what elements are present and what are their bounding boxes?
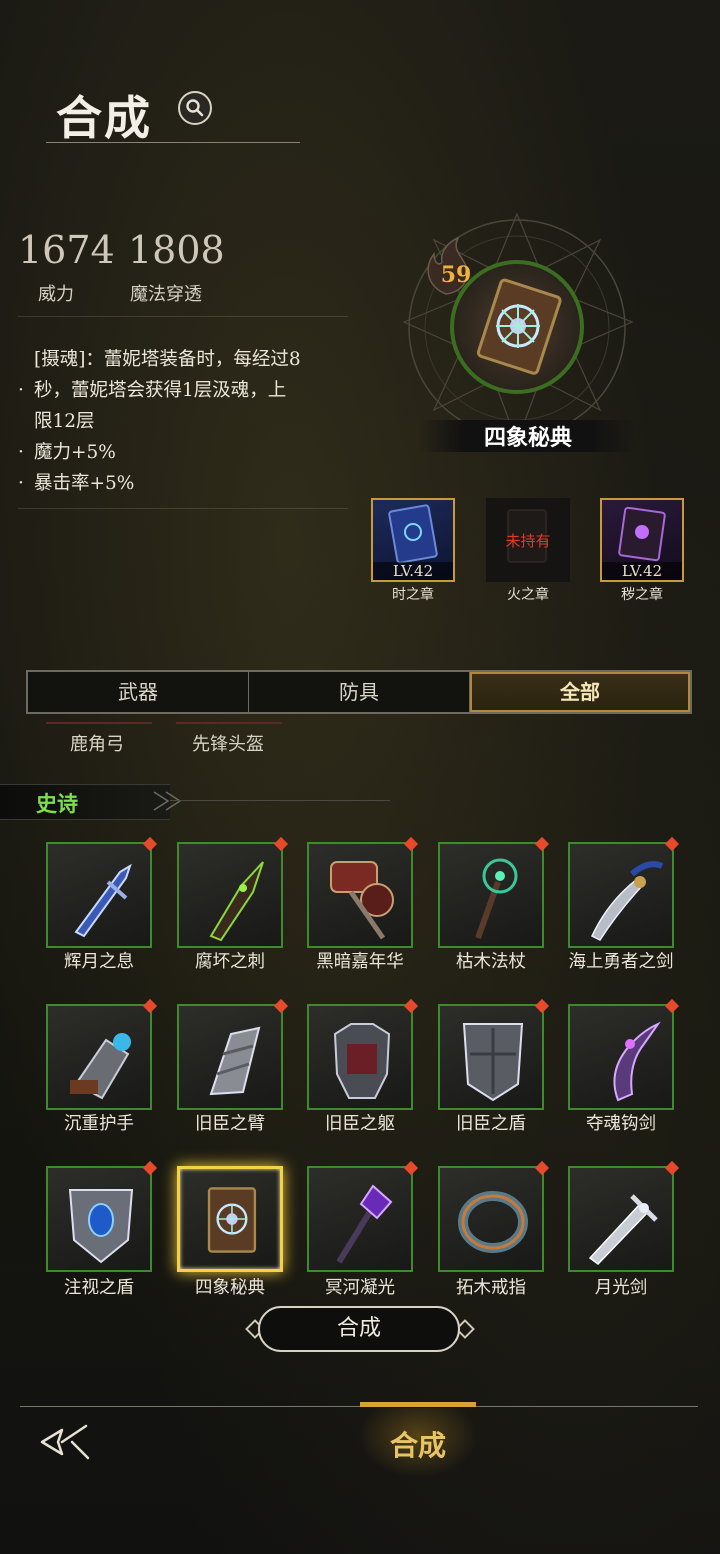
item-slot[interactable] — [307, 1004, 413, 1110]
tab-armor[interactable]: 防具 — [249, 672, 470, 712]
section-arrow-icon — [153, 791, 182, 811]
item-label: 夺魂钩剑 — [586, 1114, 656, 1134]
bottom-tab-combine[interactable]: 合成 — [358, 1424, 478, 1464]
section-title: 史诗 — [36, 791, 78, 816]
sword-icon — [74, 863, 132, 938]
item-label: 海上勇者之剑 — [568, 952, 674, 972]
item-slot[interactable] — [177, 1004, 283, 1110]
bottom-tab-indicator — [360, 1402, 476, 1407]
combine-button[interactable]: 合成 — [258, 1306, 460, 1352]
moon-sword-icon — [588, 1194, 658, 1265]
item-label: 沉重护手 — [64, 1114, 134, 1134]
item-slot-selected[interactable] — [177, 1166, 283, 1272]
scepter-icon — [336, 1184, 393, 1264]
item-slot[interactable] — [438, 1004, 544, 1110]
arm-guard-icon — [209, 1026, 261, 1096]
chapter-level: LV.42 — [602, 562, 682, 580]
blue-book-icon — [388, 504, 438, 564]
item-label: 拓木戒指 — [456, 1278, 526, 1298]
dagger-icon — [209, 861, 264, 942]
page-title: 合成 — [56, 91, 152, 145]
hammer-icon — [330, 861, 394, 940]
stats-divider — [18, 316, 348, 317]
item-label: 月光剑 — [594, 1278, 648, 1298]
category-tabs: 武器 防具 全部 — [26, 670, 692, 714]
item-slot[interactable] — [568, 842, 674, 948]
item-slot[interactable] — [438, 842, 544, 948]
chapter-slot-fire[interactable]: 未持有 — [486, 498, 570, 582]
search-button[interactable] — [178, 91, 212, 125]
item-slot[interactable] — [46, 1004, 152, 1110]
item-slot[interactable] — [568, 1166, 674, 1272]
chapter-slot-filth[interactable]: LV.42 — [600, 498, 684, 582]
stat-power-label: 威力 — [38, 284, 74, 305]
featured-level-badge: 59 — [440, 262, 472, 288]
hook-sword-icon — [613, 1021, 661, 1102]
item-label: 旧臣之臂 — [195, 1114, 265, 1134]
tab-weapons[interactable]: 武器 — [28, 672, 249, 712]
search-icon — [186, 99, 204, 117]
item-label: 腐坏之刺 — [195, 952, 265, 972]
item-label: 四象秘典 — [195, 1278, 265, 1298]
back-arrow-icon — [40, 1424, 90, 1460]
item-label: 黑暗嘉年华 — [316, 952, 404, 972]
item-slot[interactable] — [46, 842, 152, 948]
item-slot[interactable] — [177, 842, 283, 948]
chapter-slot-time[interactable]: LV.42 — [371, 498, 455, 582]
armor-icon — [333, 1023, 391, 1099]
section-divider — [170, 800, 390, 801]
chapter-name: 时之章 — [392, 587, 434, 603]
stat-magic-pen-label: 魔法穿透 — [130, 284, 202, 305]
desc-divider — [18, 508, 348, 509]
item-label: 冥河凝光 — [325, 1278, 395, 1298]
eye-shield-icon — [68, 1189, 134, 1264]
title-divider — [46, 142, 300, 143]
item-label: 注视之盾 — [64, 1278, 134, 1298]
chapter-level: LV.42 — [373, 562, 453, 580]
item-label: 旧臣之盾 — [456, 1114, 526, 1134]
sub-item-label[interactable]: 先锋头盔 — [192, 730, 264, 756]
item-slot[interactable] — [568, 1004, 674, 1110]
shield-icon — [462, 1023, 524, 1102]
gauntlet-icon — [70, 1033, 131, 1100]
item-slot[interactable] — [307, 1166, 413, 1272]
sub-item-bar — [46, 722, 152, 724]
purple-book-icon — [618, 506, 666, 562]
not-owned-label: 未持有 — [505, 532, 551, 550]
item-slot[interactable] — [307, 842, 413, 948]
sub-item-bar — [176, 722, 282, 724]
item-slot[interactable] — [46, 1166, 152, 1272]
saber-icon — [591, 861, 664, 941]
stat-power-value: 1674 — [18, 228, 115, 272]
item-description: [摄魂]：蕾妮塔装备时，每经过8 · 秒，蕾妮塔会获得1层汲魂，上 限12层 · 魔… — [18, 349, 301, 494]
chapter-name: 火之章 — [507, 587, 549, 603]
book-icon — [207, 1187, 257, 1253]
sub-item-label[interactable]: 鹿角弓 — [70, 730, 124, 756]
chapter-name: 秽之章 — [621, 587, 663, 603]
tab-all[interactable]: 全部 — [470, 672, 690, 712]
back-button[interactable] — [38, 1422, 92, 1466]
stat-magic-pen-value: 1808 — [128, 228, 225, 272]
staff-icon — [475, 858, 518, 940]
item-label: 辉月之息 — [64, 952, 134, 972]
bottom-nav-divider — [20, 1406, 698, 1407]
item-label: 旧臣之躯 — [325, 1114, 395, 1134]
item-slot[interactable] — [438, 1166, 544, 1272]
section-header-epic: 史诗 — [0, 784, 170, 820]
ring-icon — [458, 1191, 528, 1253]
featured-item-name: 四象秘典 — [420, 420, 636, 452]
item-label: 枯木法杖 — [456, 952, 526, 972]
